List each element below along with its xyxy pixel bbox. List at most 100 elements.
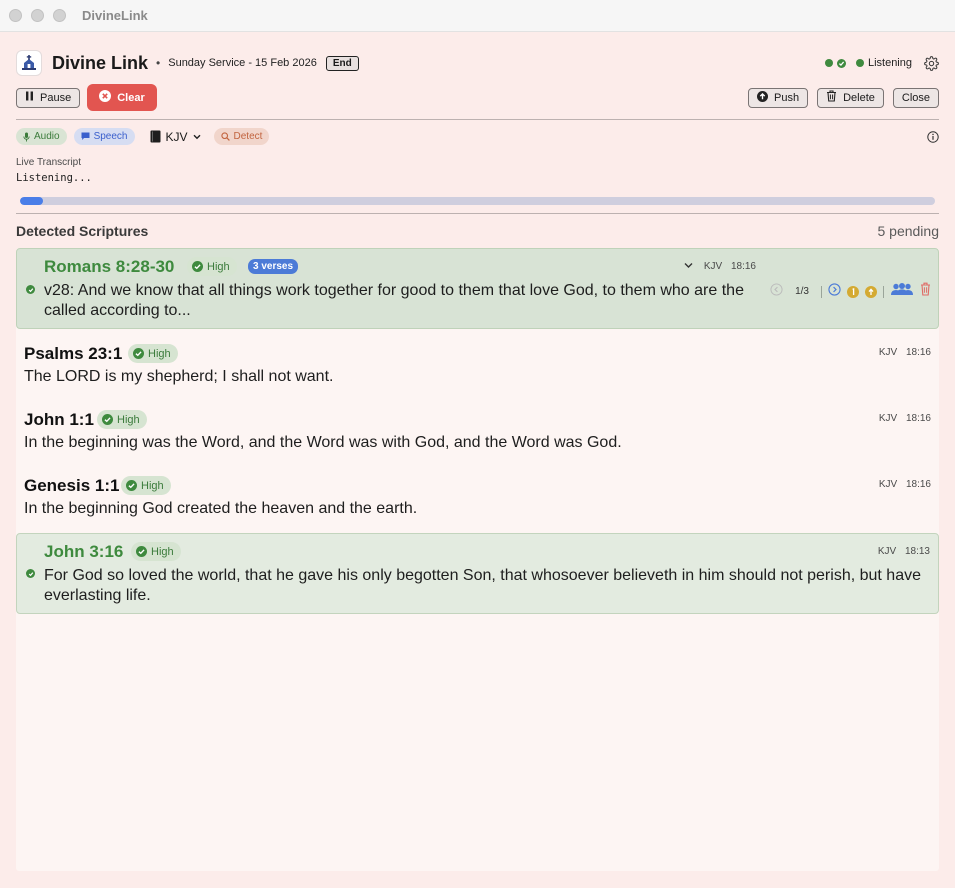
divider-middle (16, 213, 939, 214)
scripture-card-pushed[interactable]: John 3:16 High KJV 18:13 For God so love… (16, 533, 939, 614)
input-options-row: Audio Speech KJV Detect (16, 128, 939, 145)
session-title: Sunday Service - 15 Feb 2026 (168, 57, 317, 69)
audio-chip-label: Audio (34, 131, 60, 142)
speech-chip-label: Speech (93, 131, 128, 142)
trash-icon[interactable] (920, 282, 931, 301)
scripture-meta: KJV 18:16 (879, 479, 931, 490)
transcript-text: Listening... (16, 172, 92, 184)
confidence-label: High (151, 545, 174, 558)
live-check-icon (26, 285, 35, 294)
scripture-translation: KJV (877, 546, 897, 557)
scripture-card[interactable]: John 1:1 High KJV 18:16 In the beginning… (16, 403, 939, 463)
confidence-label: High (148, 347, 171, 360)
delete-label: Delete (843, 91, 875, 104)
detect-chip[interactable]: Detect (213, 128, 270, 145)
pause-icon (25, 91, 34, 104)
check-circle-icon (102, 414, 113, 425)
search-icon (220, 132, 230, 141)
window-titlebar: DivineLink (0, 0, 955, 32)
previous-verse-icon[interactable] (770, 282, 783, 301)
close-window-button[interactable] (9, 9, 22, 22)
app-main: Divine Link • Sunday Service - 15 Feb 20… (0, 32, 955, 888)
audio-level-bar (20, 197, 935, 205)
scripture-reference: Romans 8:28-30 (44, 257, 175, 276)
scripture-reference: John 1:1 (24, 410, 94, 429)
scripture-card[interactable]: Psalms 23:1 High KJV 18:16 The LORD is m… (16, 337, 939, 397)
close-button[interactable]: Close (892, 87, 939, 108)
delete-button[interactable]: Delete (817, 87, 884, 108)
scripture-reference: John 3:16 (44, 542, 124, 561)
coin-one-icon[interactable] (847, 285, 859, 298)
status-label: Listening (867, 57, 912, 69)
scripture-translation: KJV (703, 261, 723, 272)
scripture-time: 18:16 (905, 413, 931, 424)
connection-dot-icon (824, 59, 833, 67)
expand-chevron-icon[interactable] (684, 261, 693, 272)
pause-button[interactable]: Pause (16, 87, 81, 108)
app-header: Divine Link • Sunday Service - 15 Feb 20… (16, 50, 939, 76)
gear-icon[interactable] (924, 55, 939, 71)
audio-level-fill (20, 197, 43, 205)
church-logo-icon (16, 50, 42, 76)
speech-chip[interactable]: Speech (73, 128, 135, 145)
window-title: DivineLink (82, 8, 148, 23)
close-label: Close (901, 91, 930, 104)
actions-divider (883, 285, 884, 298)
clear-button[interactable]: Clear (87, 84, 157, 111)
arrow-up-circle-icon (757, 90, 768, 105)
microphone-icon (23, 132, 30, 141)
divider-top (16, 119, 939, 120)
header-separator: • (156, 56, 161, 70)
detect-chip-label: Detect (233, 131, 263, 142)
confidence-badge: High (97, 410, 147, 429)
confidence-label: High (207, 260, 230, 273)
section-title: Detected Scriptures (16, 223, 149, 239)
zoom-window-button[interactable] (53, 9, 66, 22)
next-verse-icon[interactable] (828, 282, 841, 301)
scripture-list[interactable]: Romans 8:28-30 High 3 verses KJV 18:16 v… (16, 248, 939, 871)
pushed-check-icon (26, 569, 35, 578)
scripture-card-active[interactable]: Romans 8:28-30 High 3 verses KJV 18:16 v… (16, 248, 939, 329)
check-circle-icon (836, 58, 846, 68)
check-circle-icon (192, 261, 203, 272)
pause-label: Pause (40, 91, 72, 104)
app-name: Divine Link (52, 52, 149, 73)
push-button[interactable]: Push (748, 87, 809, 108)
translation-select[interactable]: KJV (150, 130, 201, 144)
scripture-reference: Psalms 23:1 (24, 344, 123, 363)
scripture-time: 18:16 (905, 347, 931, 358)
verse-actions: 1/3 (770, 282, 931, 301)
scripture-text: For God so loved the world, that he gave… (44, 567, 921, 604)
people-icon[interactable] (890, 282, 914, 301)
minimize-window-button[interactable] (31, 9, 44, 22)
scripture-text: v28: And we know that all things work to… (44, 282, 744, 319)
scripture-translation: KJV (878, 413, 898, 424)
clear-label: Clear (117, 91, 145, 104)
trash-icon (826, 90, 837, 105)
scripture-card[interactable]: Genesis 1:1 High KJV 18:16 In the beginn… (16, 469, 939, 529)
speech-bubble-icon (81, 132, 90, 140)
translation-value: KJV (165, 129, 188, 144)
scripture-meta: KJV 18:13 (878, 546, 930, 557)
scripture-translation: KJV (878, 347, 898, 358)
scripture-reference: Genesis 1:1 (24, 476, 120, 495)
book-icon (150, 130, 160, 143)
confidence-label: High (117, 413, 140, 426)
actions-divider (821, 285, 822, 298)
audio-chip[interactable]: Audio (16, 128, 67, 145)
check-circle-icon (133, 348, 144, 359)
coin-arrow-icon[interactable] (865, 285, 877, 298)
scripture-meta: KJV 18:16 (684, 261, 756, 272)
end-session-button[interactable]: End (325, 55, 359, 71)
scripture-translation: KJV (878, 479, 898, 490)
scripture-meta: KJV 18:16 (879, 347, 931, 358)
listening-dot-icon (855, 59, 864, 67)
info-icon[interactable] (927, 130, 939, 143)
push-label: Push (774, 91, 800, 104)
chevron-down-icon (193, 134, 201, 139)
pending-count: 5 pending (877, 223, 939, 239)
scripture-meta: KJV 18:16 (879, 413, 931, 424)
window-controls (9, 9, 66, 22)
scripture-time: 18:16 (730, 261, 756, 272)
scripture-text: In the beginning God created the heaven … (24, 500, 418, 517)
